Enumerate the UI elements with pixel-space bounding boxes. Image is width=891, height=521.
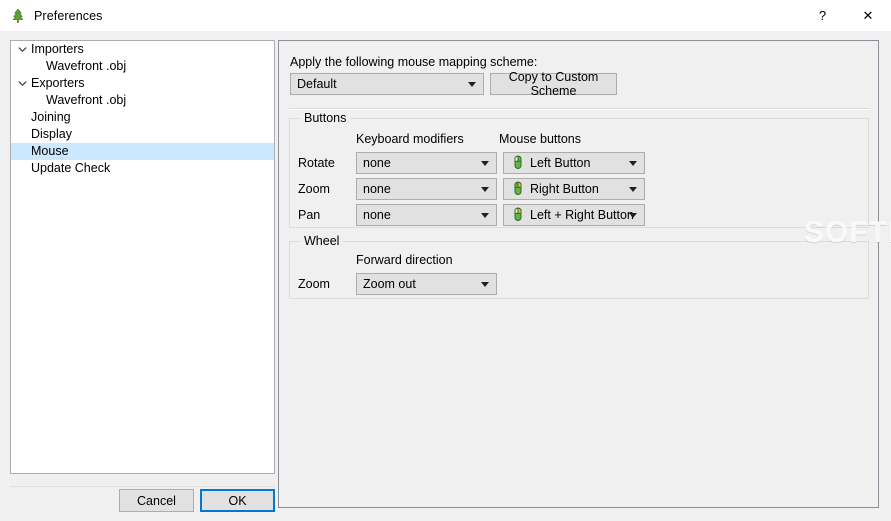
tree-item-label: Mouse — [31, 144, 69, 158]
pan-mouse-value: Left + Right Button — [530, 208, 634, 222]
chevron-down-icon — [629, 161, 637, 166]
rotate-mouse-value: Left Button — [530, 156, 591, 170]
tree-item-importers[interactable]: Importers — [11, 41, 274, 58]
tree-item-update-check[interactable]: Update Check — [11, 160, 274, 177]
close-button[interactable]: ✕ — [845, 0, 891, 31]
tree-item-display[interactable]: Display — [11, 126, 274, 143]
scheme-select[interactable]: Default — [290, 73, 484, 95]
zoom-modifier-value: none — [363, 182, 391, 196]
tree-plant-icon — [10, 8, 26, 24]
wheel-groupbox-title: Wheel — [300, 234, 344, 248]
chevron-down-icon — [629, 213, 637, 218]
tree-item-label: Exporters — [31, 76, 85, 90]
tree-item-label: Importers — [31, 42, 84, 56]
title-bar: Preferences ? ✕ — [0, 0, 891, 31]
tree-item-label: Wavefront .obj — [46, 93, 127, 107]
chevron-down-icon — [481, 187, 489, 192]
chevron-down-icon — [629, 187, 637, 192]
tree-item-wavefront-obj[interactable]: Wavefront .obj — [11, 92, 274, 109]
mouse-settings-panel: Apply the following mouse mapping scheme… — [278, 40, 891, 508]
wheel-groupbox: Wheel Forward direction Zoom Zoom out — [289, 234, 869, 299]
col-header-mouse-buttons: Mouse buttons — [499, 132, 581, 146]
tree-item-label: Wavefront .obj — [46, 59, 127, 73]
zoom-mouse-value: Right Button — [530, 182, 599, 196]
chevron-down-icon — [481, 213, 489, 218]
cancel-button[interactable]: Cancel — [119, 489, 194, 512]
chevron-down-icon — [481, 161, 489, 166]
col-header-forward-direction: Forward direction — [356, 253, 453, 267]
apply-scheme-label: Apply the following mouse mapping scheme… — [290, 55, 538, 69]
scheme-select-value: Default — [297, 77, 337, 91]
wheel-zoom-direction-value: Zoom out — [363, 277, 416, 291]
row-label-zoom: Zoom — [298, 182, 330, 196]
rotate-mouse-select[interactable]: Left Button — [503, 152, 645, 174]
tree-item-joining[interactable]: Joining — [11, 109, 274, 126]
footer-separator — [10, 486, 275, 487]
section-divider — [289, 108, 869, 110]
zoom-mouse-select[interactable]: Right Button — [503, 178, 645, 200]
tree-item-exporters[interactable]: Exporters — [11, 75, 274, 92]
pan-modifier-value: none — [363, 208, 391, 222]
chevron-down-icon — [481, 282, 489, 287]
row-label-pan: Pan — [298, 208, 321, 222]
col-header-keyboard-modifiers: Keyboard modifiers — [356, 132, 464, 146]
window-controls: ? ✕ — [800, 0, 891, 31]
rotate-modifier-value: none — [363, 156, 391, 170]
buttons-groupbox-title: Buttons — [300, 111, 351, 125]
tree-item-wavefront-obj[interactable]: Wavefront .obj — [11, 58, 274, 75]
dialog-body: Importers Wavefront .obj Exporters Wavefron… — [0, 31, 891, 521]
copy-to-custom-scheme-button[interactable]: Copy to Custom Scheme — [490, 70, 617, 98]
row-label-rotate: Rotate — [298, 156, 335, 170]
pan-mouse-select[interactable]: Left + Right Button — [503, 204, 645, 226]
chevron-down-icon[interactable] — [15, 45, 30, 54]
help-button[interactable]: ? — [800, 0, 845, 31]
mouse-both-icon — [510, 207, 526, 223]
tree-item-label: Update Check — [31, 161, 111, 175]
row-label-wheel-zoom: Zoom — [298, 277, 330, 291]
chevron-down-icon — [468, 82, 476, 87]
mouse-left-icon — [510, 155, 526, 171]
zoom-modifier-select[interactable]: none — [356, 178, 497, 200]
pan-modifier-select[interactable]: none — [356, 204, 497, 226]
preferences-tree[interactable]: Importers Wavefront .obj Exporters Wavefron… — [10, 40, 275, 474]
chevron-down-icon[interactable] — [15, 79, 30, 88]
rotate-modifier-select[interactable]: none — [356, 152, 497, 174]
window-title: Preferences — [34, 8, 103, 23]
ok-button[interactable]: OK — [200, 489, 275, 512]
tree-item-label: Joining — [31, 110, 71, 124]
buttons-groupbox: Buttons Keyboard modifiers Mouse buttons… — [289, 111, 869, 228]
tree-item-label: Display — [31, 127, 72, 141]
mouse-right-icon — [510, 181, 526, 197]
tree-item-mouse[interactable]: Mouse — [11, 143, 274, 160]
wheel-zoom-direction-select[interactable]: Zoom out — [356, 273, 497, 295]
